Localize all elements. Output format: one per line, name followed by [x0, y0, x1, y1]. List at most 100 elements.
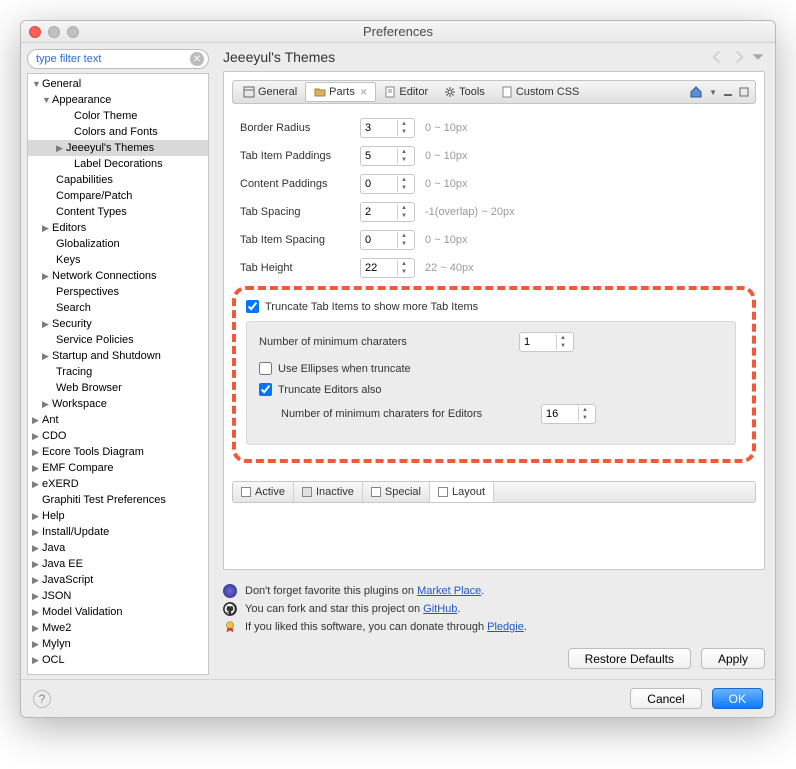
tab-tools[interactable]: Tools — [436, 82, 493, 102]
border-radius-input[interactable]: ▲▼ — [360, 118, 415, 138]
tree-item[interactable]: Startup and Shutdown — [52, 350, 161, 362]
github-link[interactable]: GitHub — [423, 603, 457, 615]
square-icon — [371, 487, 381, 497]
minimize-icon[interactable] — [723, 87, 733, 97]
hint: -1(overlap) ~ 20px — [425, 206, 515, 218]
tree-item[interactable]: Keys — [56, 254, 80, 266]
chevron-down-icon[interactable]: ▼ — [709, 88, 717, 97]
tab-general[interactable]: General — [235, 82, 305, 102]
tab-item-paddings-input[interactable]: ▲▼ — [360, 146, 415, 166]
pledgie-link[interactable]: Pledgie — [487, 621, 524, 633]
tree-item[interactable]: Java EE — [42, 558, 83, 570]
truncate-editors-checkbox[interactable] — [259, 383, 272, 396]
min-chars-editors-input[interactable]: ▲▼ — [541, 404, 596, 424]
tree-item[interactable]: Compare/Patch — [56, 190, 132, 202]
tree-item[interactable]: Color Theme — [74, 110, 137, 122]
tree-item[interactable]: Install/Update — [42, 526, 109, 538]
filter-input[interactable] — [27, 49, 209, 69]
hint: 0 ~ 10px — [425, 178, 468, 190]
tab-editor[interactable]: Editor — [376, 82, 436, 102]
tree-item[interactable]: Capabilities — [56, 174, 113, 186]
btab-layout[interactable]: Layout — [430, 482, 494, 502]
menu-dropdown-icon[interactable] — [751, 50, 765, 64]
btab-inactive[interactable]: Inactive — [294, 482, 363, 502]
apply-button[interactable]: Apply — [701, 648, 765, 669]
forward-icon[interactable] — [731, 50, 745, 64]
document-icon — [384, 86, 396, 98]
tree-item[interactable]: Search — [56, 302, 91, 314]
maximize-icon[interactable] — [739, 87, 749, 97]
tree-item[interactable]: Content Types — [56, 206, 127, 218]
tree-item[interactable]: Web Browser — [56, 382, 122, 394]
document-icon — [501, 86, 513, 98]
tab-parts[interactable]: Parts ✕ — [305, 82, 376, 102]
tree-item[interactable]: Editors — [52, 222, 86, 234]
gear-icon — [444, 86, 456, 98]
tree-item[interactable]: Mylyn — [42, 638, 71, 650]
tree-item[interactable]: General — [42, 78, 81, 90]
tree-item[interactable]: JSON — [42, 590, 71, 602]
square-icon — [438, 487, 448, 497]
tree-item[interactable]: Security — [52, 318, 92, 330]
min-chars-label: Number of minimum charaters — [259, 336, 519, 348]
tree-item[interactable]: Tracing — [56, 366, 92, 378]
tree-item[interactable]: Label Decorations — [74, 158, 163, 170]
tab-item-spacing-input[interactable]: ▲▼ — [360, 230, 415, 250]
clear-filter-icon[interactable]: ✕ — [190, 52, 204, 66]
content-paddings-label: Content Paddings — [240, 178, 360, 190]
tree-item[interactable]: eXERD — [42, 478, 79, 490]
close-tab-icon[interactable]: ✕ — [360, 87, 368, 98]
tree-item[interactable]: JavaScript — [42, 574, 93, 586]
zoom-icon[interactable] — [67, 26, 79, 38]
tab-spacing-label: Tab Spacing — [240, 206, 360, 218]
tab-custom-css[interactable]: Custom CSS — [493, 82, 588, 102]
tree-item[interactable]: Appearance — [52, 94, 111, 106]
main-panel: Jeeeyul's Themes General Parts — [213, 43, 775, 679]
back-icon[interactable] — [711, 50, 725, 64]
tree-item[interactable]: CDO — [42, 430, 66, 442]
tree-item[interactable]: Colors and Fonts — [74, 126, 158, 138]
content-paddings-input[interactable]: ▲▼ — [360, 174, 415, 194]
sidebar: ✕ ▼General ▼Appearance Color Theme Color… — [21, 43, 213, 679]
hint: 0 ~ 10px — [425, 234, 468, 246]
tree-item[interactable]: Service Policies — [56, 334, 134, 346]
truncate-tab-items-checkbox[interactable] — [246, 300, 259, 313]
tree-item[interactable]: Network Connections — [52, 270, 157, 282]
use-ellipses-checkbox[interactable] — [259, 362, 272, 375]
marketplace-link[interactable]: Market Place — [417, 585, 481, 597]
tree-item[interactable]: OCL — [42, 654, 65, 666]
tab-spacing-input[interactable]: ▲▼ — [360, 202, 415, 222]
page-title: Jeeeyul's Themes — [223, 49, 335, 65]
close-icon[interactable] — [29, 26, 41, 38]
btab-special[interactable]: Special — [363, 482, 430, 502]
titlebar: Preferences — [21, 21, 775, 43]
tree-item[interactable]: Perspectives — [56, 286, 119, 298]
window-title: Preferences — [363, 24, 433, 39]
hint: 0 ~ 10px — [425, 122, 468, 134]
tree-item[interactable]: Workspace — [52, 398, 107, 410]
ok-button[interactable]: OK — [712, 688, 763, 709]
tab-item-spacing-label: Tab Item Spacing — [240, 234, 360, 246]
minimize-icon[interactable] — [48, 26, 60, 38]
tree-item[interactable]: Mwe2 — [42, 622, 71, 634]
tree-item[interactable]: Ant — [42, 414, 59, 426]
tree-item[interactable]: Ecore Tools Diagram — [42, 446, 144, 458]
cancel-button[interactable]: Cancel — [630, 688, 701, 709]
restore-defaults-button[interactable]: Restore Defaults — [568, 648, 691, 669]
tree-item[interactable]: EMF Compare — [42, 462, 114, 474]
tree-item[interactable]: Java — [42, 542, 65, 554]
tree-item-selected[interactable]: Jeeeyul's Themes — [66, 142, 154, 154]
home-icon[interactable] — [689, 85, 703, 99]
tree-item[interactable]: Globalization — [56, 238, 120, 250]
eclipse-icon — [223, 584, 237, 598]
help-icon[interactable]: ? — [33, 690, 51, 708]
tree-item[interactable]: Graphiti Test Preferences — [42, 494, 166, 506]
tab-height-input[interactable]: ▲▼ — [360, 258, 415, 278]
truncate-editors-label: Truncate Editors also — [278, 384, 382, 396]
preferences-tree[interactable]: ▼General ▼Appearance Color Theme Colors … — [27, 73, 209, 675]
tips: Don't forget favorite this plugins on Ma… — [223, 584, 765, 638]
min-chars-input[interactable]: ▲▼ — [519, 332, 574, 352]
btab-active[interactable]: Active — [233, 482, 294, 502]
tree-item[interactable]: Model Validation — [42, 606, 123, 618]
tree-item[interactable]: Help — [42, 510, 65, 522]
